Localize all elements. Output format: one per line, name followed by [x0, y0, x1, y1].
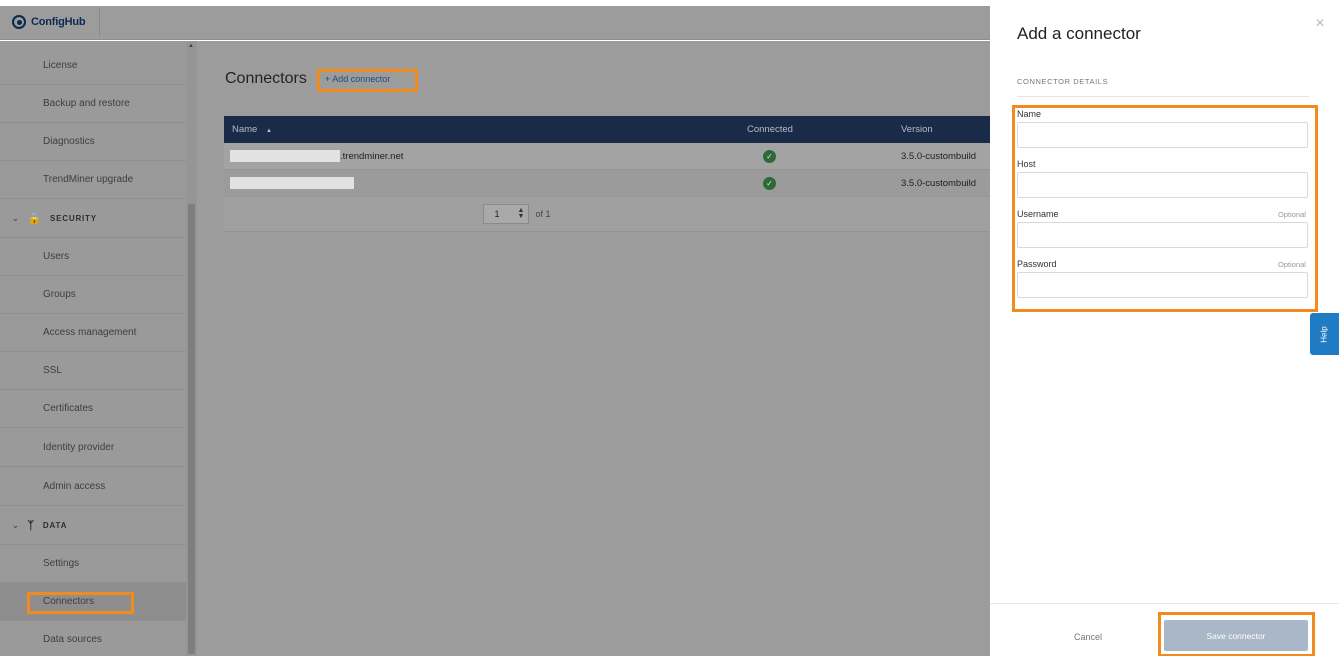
confighub-logo-icon [12, 15, 26, 29]
sidebar-item-groups[interactable]: Groups [0, 276, 186, 314]
sidebar-scrollbar-thumb[interactable] [188, 204, 195, 654]
table-pagination: 1 ▲ ▼ of 1 [224, 197, 990, 232]
sidebar-item-settings[interactable]: Settings [0, 545, 186, 583]
sidebar-nav: License Backup and restore Diagnostics T… [0, 41, 197, 656]
page-title: Connectors [225, 70, 307, 87]
column-header-connected[interactable]: Connected [740, 124, 895, 135]
lock-icon: 🔒 [27, 213, 43, 225]
page-number-input[interactable]: 1 ▲ ▼ [483, 204, 530, 224]
sidebar-item-license[interactable]: License [0, 47, 186, 85]
brand-home-link[interactable]: ConfigHub [6, 8, 100, 36]
sidebar-section-data[interactable]: ⌄ ᛉ DATA [0, 507, 186, 545]
page-stepper-icon[interactable]: ▲ ▼ [518, 207, 525, 220]
sidebar-item-backup-restore[interactable]: Backup and restore [0, 85, 186, 123]
sidebar-item-admin-access[interactable]: Admin access [0, 468, 186, 506]
collapse-caret-icon: ⌄ [12, 214, 20, 223]
sort-ascending-icon: ▲ [265, 128, 272, 134]
sidebar-item-access-management[interactable]: Access management [0, 314, 186, 352]
sidebar-item-diagnostics[interactable]: Diagnostics [0, 123, 186, 161]
cell-name [224, 177, 740, 189]
connected-check-icon: ✓ [763, 149, 776, 163]
connectors-table: Name ▲ Connected Version .trendminer.net… [224, 116, 990, 232]
redacted-text [230, 177, 354, 189]
sidebar-item-data-sources[interactable]: Data sources [0, 621, 186, 656]
cancel-button[interactable]: Cancel [1074, 632, 1102, 642]
sidebar-item-trendminer-upgrade[interactable]: TrendMiner upgrade [0, 161, 186, 199]
table-row[interactable]: ✓ 3.5.0-custombuild [224, 170, 990, 197]
sidebar-item-ssl[interactable]: SSL [0, 352, 186, 390]
table-row[interactable]: .trendminer.net ✓ 3.5.0-custombuild [224, 143, 990, 170]
section-label: DATA [42, 521, 68, 530]
column-header-name[interactable]: Name ▲ [224, 124, 740, 135]
main-content: Connectors + Add connector Name ▲ Connec… [197, 41, 990, 656]
section-label: SECURITY [50, 214, 97, 223]
highlight-add-connector [317, 69, 418, 92]
drawer-footer: Cancel Save connector [990, 603, 1339, 656]
close-icon[interactable]: ✕ [1315, 16, 1325, 30]
sidebar-section-security[interactable]: ⌄ 🔒 SECURITY [0, 200, 186, 238]
cell-version: 3.5.0-custombuild [901, 177, 976, 189]
help-label: Help [1319, 325, 1329, 343]
sidebar-scrollbar[interactable]: ▲ [186, 41, 197, 656]
cell-name: .trendminer.net [224, 150, 740, 162]
scroll-up-arrow-icon[interactable]: ▲ [188, 43, 194, 49]
drawer-title: Add a connector [1017, 24, 1141, 43]
collapse-caret-icon: ⌄ [12, 521, 20, 530]
sidebar-item-identity-provider[interactable]: Identity provider [0, 429, 186, 467]
cell-connected: ✓ [740, 149, 895, 163]
page-total: of 1 [535, 209, 551, 219]
redacted-text [230, 150, 340, 162]
add-connector-drawer: Add a connector ✕ CONNECTOR DETAILS Name… [990, 0, 1339, 656]
top-app-bar: ConfigHub [0, 6, 990, 40]
highlight-connector-form [1012, 105, 1318, 312]
network-nodes-icon: ᛉ [27, 519, 35, 532]
table-header: Name ▲ Connected Version [224, 116, 990, 143]
highlight-connectors-nav [27, 592, 134, 614]
cell-connected: ✓ [740, 176, 895, 190]
column-header-version[interactable]: Version [895, 124, 933, 135]
sidebar-item-certificates[interactable]: Certificates [0, 390, 186, 428]
connected-check-icon: ✓ [763, 176, 776, 190]
highlight-save-connector [1158, 612, 1315, 656]
app-name: ConfigHub [31, 16, 86, 28]
sidebar-item-users[interactable]: Users [0, 238, 186, 276]
help-tab[interactable]: Help [1310, 313, 1339, 355]
divider [1017, 96, 1309, 97]
cell-version: 3.5.0-custombuild [901, 150, 976, 162]
section-heading: CONNECTOR DETAILS [1017, 77, 1109, 86]
